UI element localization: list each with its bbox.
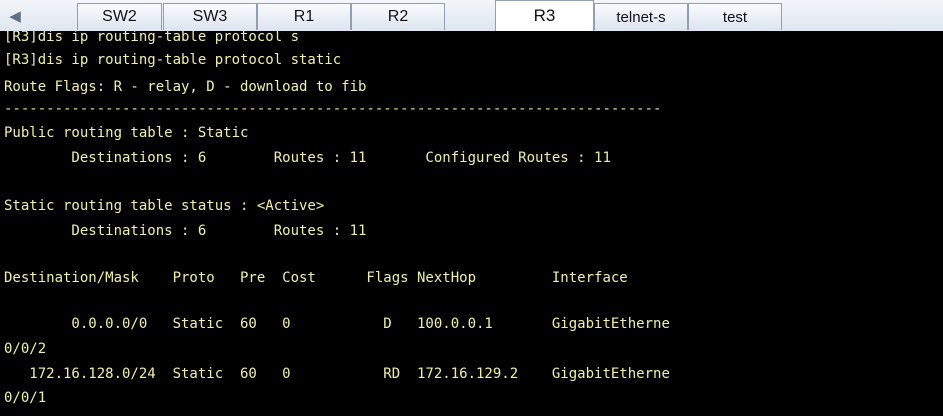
tab-sw2[interactable]: SW2 — [77, 3, 162, 30]
terminal-line: [R3]dis ip routing-table protocol s — [4, 31, 300, 45]
terminal-output[interactable]: [R3]dis ip routing-table protocol s [R3]… — [0, 31, 943, 416]
tab-bar: ◀ SW2 SW3 R1 R2 R3 telnet-s test — [0, 0, 943, 32]
tab-r2[interactable]: R2 — [351, 3, 445, 30]
terminal-line: Public routing table : Static — [4, 125, 249, 141]
terminal-line: [R3]dis ip routing-table protocol static — [4, 52, 342, 68]
tab-test[interactable]: test — [688, 3, 782, 30]
tab-telnet-s[interactable]: telnet-s — [594, 3, 688, 30]
terminal-line: ----------------------------------------… — [4, 101, 662, 117]
terminal-line: Static routing table status : <Active> — [4, 198, 325, 214]
terminal-line: 172.16.128.0/24 Static 60 0 RD 172.16.12… — [4, 366, 670, 382]
tab-sw3[interactable]: SW3 — [163, 3, 257, 30]
terminal-line: Destinations : 6 Routes : 11 Configured … — [4, 150, 611, 166]
tab-r3[interactable]: R3 — [495, 0, 594, 31]
terminal-line: 0/0/2 — [4, 341, 47, 357]
triangle-left-icon: ◀ — [9, 7, 21, 25]
terminal-line: Destination/Mask Proto Pre Cost Flags Ne… — [4, 270, 628, 286]
terminal-line: 0.0.0.0/0 Static 60 0 D 100.0.0.1 Gigabi… — [4, 316, 670, 332]
terminal-line: Destinations : 6 Routes : 11 — [4, 223, 367, 239]
tab-r1[interactable]: R1 — [257, 3, 351, 30]
terminal-line: Route Flags: R - relay, D - download to … — [4, 79, 367, 95]
scroll-left-button[interactable]: ◀ — [0, 0, 30, 31]
terminal-line: 0/0/1 — [4, 390, 47, 406]
